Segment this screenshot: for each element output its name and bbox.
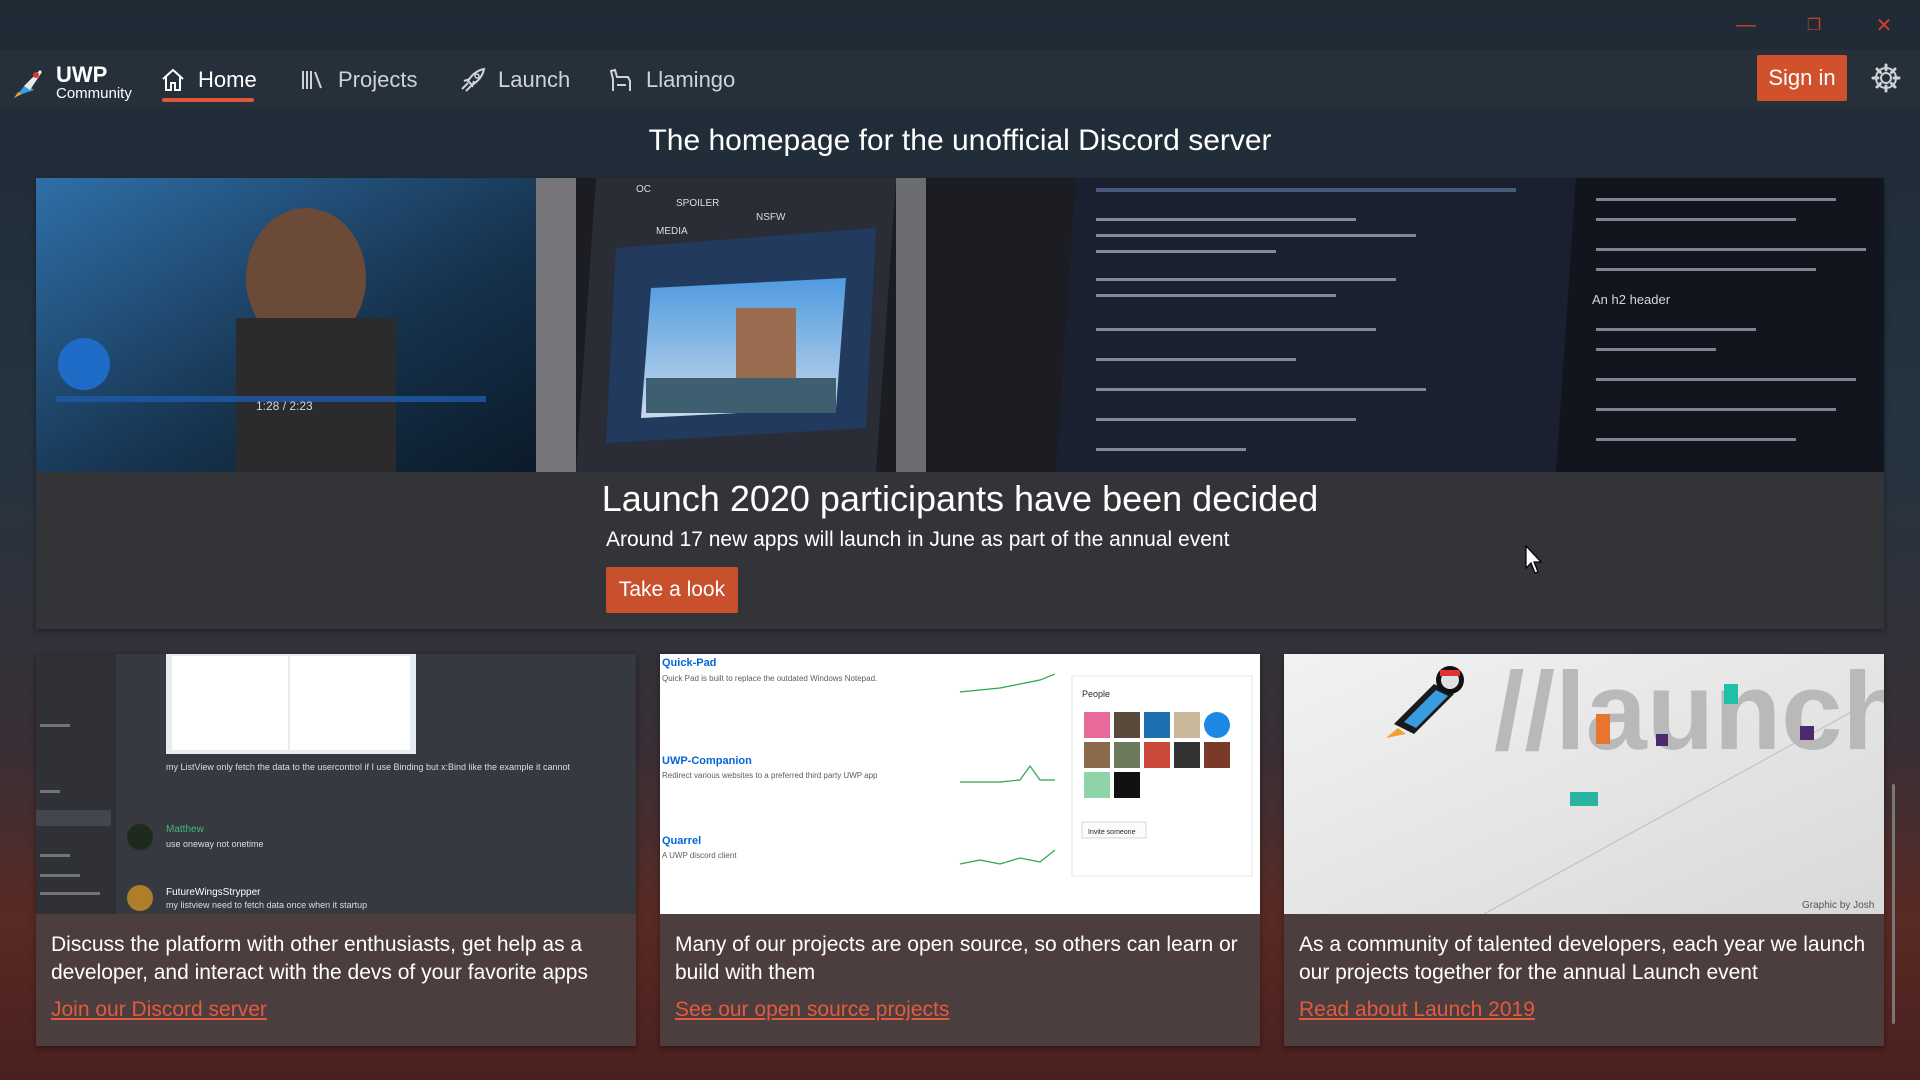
nav-projects[interactable]: Projects: [300, 60, 417, 100]
tag-media: MEDIA: [656, 226, 688, 237]
repo-3-desc: A UWP discord client: [662, 851, 737, 860]
llama-icon: [609, 68, 631, 91]
tag-oc: OC: [636, 184, 651, 195]
nav-llamingo[interactable]: Llamingo: [608, 60, 735, 100]
open-source-projects-link[interactable]: See our open source projects: [675, 998, 949, 1022]
gear-icon[interactable]: [1870, 62, 1902, 94]
mouse-cursor-icon: [1525, 545, 1543, 574]
books-icon: [302, 71, 322, 89]
graphic-credit: Graphic by Josh: [1802, 900, 1874, 911]
minimize-icon: —: [1736, 13, 1756, 36]
tag-spoiler: SPOILER: [676, 198, 719, 209]
launch-card-image: //launch Graphic by Josh: [1284, 654, 1884, 914]
join-discord-link[interactable]: Join our Discord server: [51, 998, 267, 1022]
rocket-logo-icon: [14, 70, 42, 98]
scrollbar[interactable]: [1892, 784, 1895, 1024]
rocket-icon: [461, 67, 486, 92]
people-label: People: [1082, 689, 1110, 699]
nav-projects-label: Projects: [338, 67, 418, 92]
discord-card-description: Discuss the platform with other enthusia…: [51, 933, 588, 984]
close-icon: ✕: [1875, 14, 1893, 37]
nav-home[interactable]: Home: [160, 60, 257, 100]
chat-user-1: Matthew: [166, 824, 205, 835]
page-headline: The homepage for the unofficial Discord …: [648, 124, 1272, 157]
launch-wordmark: //launch: [1494, 654, 1884, 773]
banner-screenshots-graphic: 1:28 / 2:23 OC SPOILER NSFW MEDIA An h2 …: [36, 178, 1884, 472]
nav-home-label: Home: [198, 67, 257, 92]
launch-card-description: As a community of talented developers, e…: [1299, 933, 1866, 984]
brand-subtitle: Community: [56, 84, 132, 102]
repo-3-name: Quarrel: [662, 835, 701, 847]
banner-subtitle: Around 17 new apps will launch in June a…: [606, 528, 1230, 551]
repo-1-name: Quick-Pad: [662, 657, 716, 669]
nav-llamingo-label: Llamingo: [646, 67, 736, 92]
brand-title: UWP: [56, 61, 108, 87]
banner-image: 1:28 / 2:23 OC SPOILER NSFW MEDIA An h2 …: [36, 178, 1884, 472]
brand-logo[interactable]: UWP Community: [12, 60, 132, 104]
open-source-card-image: Quick-Pad Quick Pad is built to replace …: [660, 654, 1260, 914]
repo-2-desc: Redirect various websites to a preferred…: [662, 771, 878, 780]
chat-top-message: my ListView only fetch the data to the u…: [166, 762, 571, 772]
github-repos-graphic: Quick-Pad Quick Pad is built to replace …: [660, 654, 1260, 914]
restore-button[interactable]: ❐: [1780, 0, 1848, 50]
open-source-card-description: Many of our projects are open source, so…: [675, 933, 1238, 984]
sign-in-button[interactable]: Sign in: [1757, 55, 1847, 101]
minimize-button[interactable]: —: [1712, 0, 1780, 50]
navigation-bar: [0, 50, 1920, 108]
repo-1-desc: Quick Pad is built to replace the outdat…: [662, 674, 877, 683]
editor-heading: An h2 header: [1592, 292, 1671, 307]
banner-title: Launch 2020 participants have been decid…: [601, 478, 1319, 519]
tag-nsfw: NSFW: [756, 212, 786, 223]
restore-icon: ❐: [1806, 17, 1822, 34]
home-icon: [162, 68, 184, 91]
take-a-look-button[interactable]: Take a look: [606, 567, 738, 613]
chat-user-2: FutureWingsStrypper: [166, 887, 261, 898]
discord-card-image: my ListView only fetch the data to the u…: [36, 654, 636, 914]
chat-message-2: my listview need to fetch data once when…: [166, 900, 367, 910]
nav-launch-label: Launch: [498, 67, 571, 92]
invite-label: Invite someone: [1088, 829, 1136, 836]
player-time: 1:28 / 2:23: [256, 399, 313, 413]
discord-screenshot-graphic: my ListView only fetch the data to the u…: [36, 654, 636, 914]
launch-2019-link[interactable]: Read about Launch 2019: [1299, 998, 1535, 1022]
repo-2-name: UWP-Companion: [662, 755, 752, 767]
featured-banner: 1:28 / 2:23 OC SPOILER NSFW MEDIA An h2 …: [36, 178, 1884, 629]
active-nav-indicator: [162, 98, 254, 102]
launch-card: //launch Graphic by Josh As a community …: [1284, 654, 1884, 1046]
discord-card: my ListView only fetch the data to the u…: [36, 654, 636, 1046]
nav-launch[interactable]: Launch: [458, 60, 570, 100]
chat-message-1: use oneway not onetime: [166, 839, 264, 849]
launch-graphic: //launch Graphic by Josh: [1284, 654, 1884, 914]
close-button[interactable]: ✕: [1850, 0, 1918, 50]
title-bar: — ❐ ✕: [0, 0, 1920, 50]
open-source-card: Quick-Pad Quick Pad is built to replace …: [660, 654, 1260, 1046]
